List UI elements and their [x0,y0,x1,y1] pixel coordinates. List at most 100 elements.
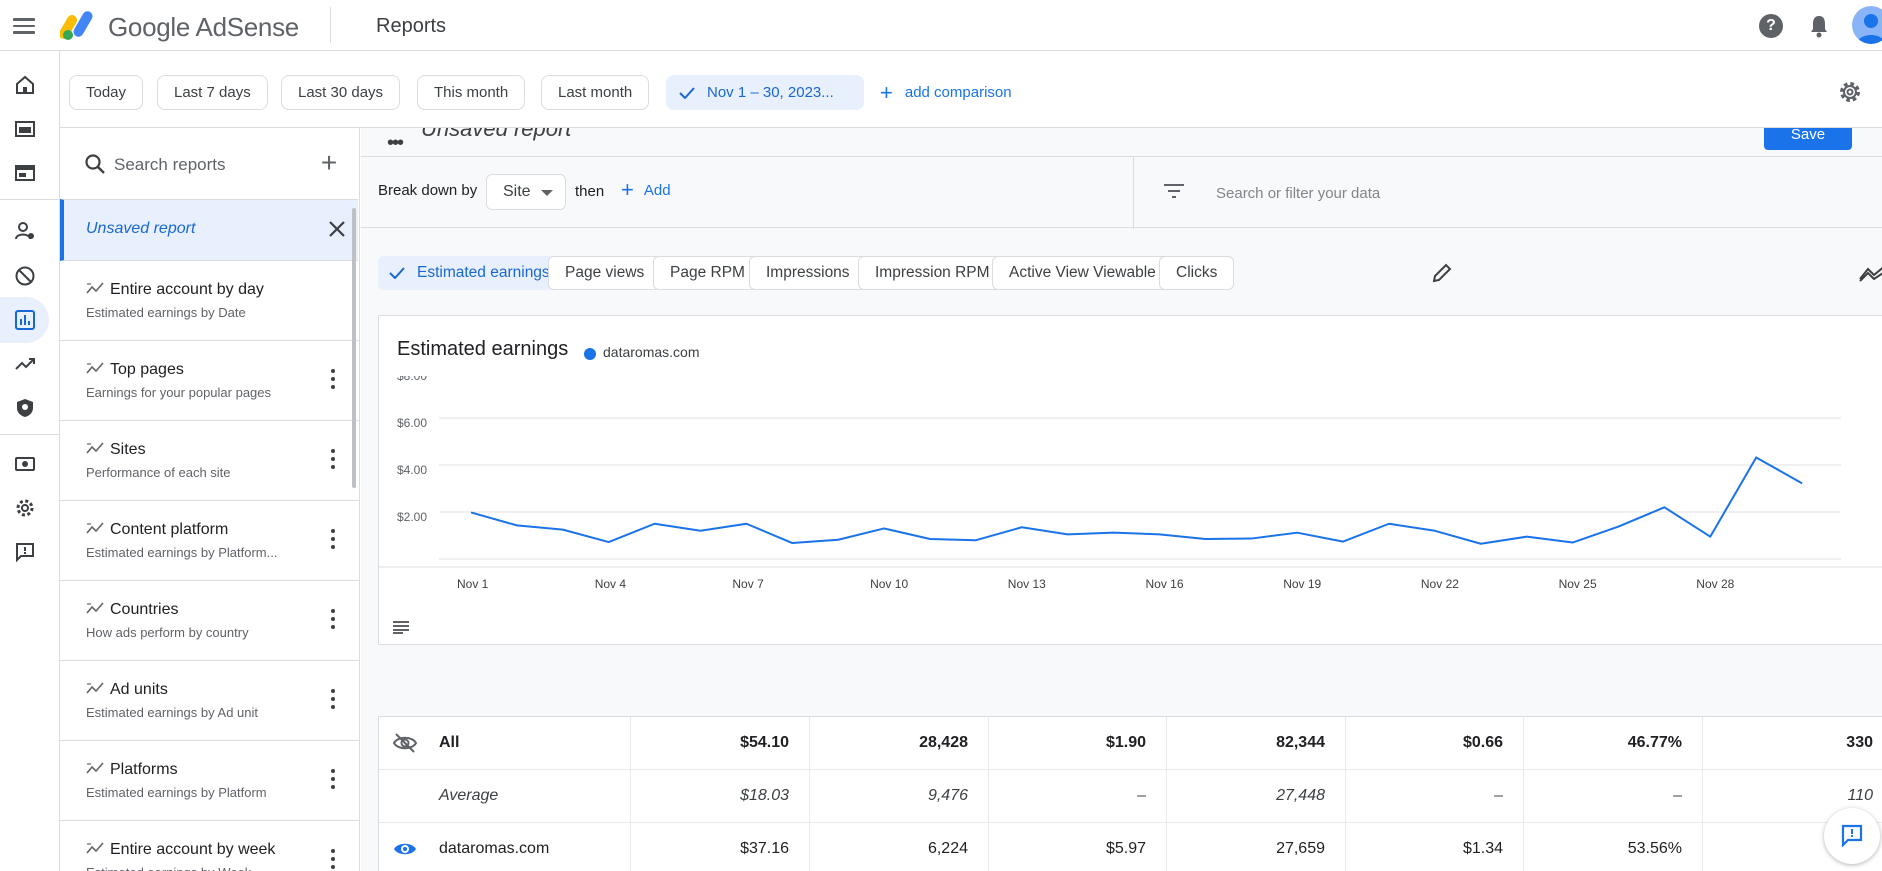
feedback-fab[interactable] [1824,808,1880,864]
data-point[interactable] [924,533,936,545]
metric-chip[interactable]: Impressions [749,256,867,290]
data-point[interactable] [649,518,661,530]
data-point[interactable] [1567,537,1579,549]
sites-icon[interactable] [0,106,49,152]
optimization-icon[interactable] [0,341,49,387]
report-list-item[interactable]: Countries How ads perform by country [60,581,359,661]
metric-chip[interactable]: Estimated earnings [378,256,567,290]
payments-icon[interactable] [0,441,49,487]
reports-icon[interactable] [0,297,49,343]
date-range-picker[interactable]: Nov 1 – 30, 2023... [666,75,864,110]
legend-label: dataromas.com [603,344,700,360]
report-list-item[interactable]: Top pages Earnings for your popular pages [60,341,359,421]
report-name[interactable]: Unsaved report [421,128,571,142]
more-vert-icon[interactable] [330,689,336,711]
date-chip-last-30-days[interactable]: Last 30 days [281,75,401,110]
add-comparison-button[interactable]: + add comparison [880,75,1012,110]
date-chip-last-month[interactable]: Last month [541,75,650,110]
data-point[interactable] [1245,533,1257,545]
column-divider [809,717,810,769]
report-list-item[interactable]: Ad units Estimated earnings by Ad unit [60,661,359,741]
report-list-item[interactable]: Platforms Estimated earnings by Platform [60,741,359,821]
more-vert-icon[interactable] [330,369,336,391]
home-icon[interactable] [0,62,49,108]
data-point[interactable] [786,537,798,549]
report-list-item[interactable]: Entire account by day Estimated earnings … [60,261,359,341]
data-point[interactable] [1199,533,1211,545]
close-icon[interactable] [326,218,348,240]
save-button[interactable]: Save [1764,128,1852,150]
data-point[interactable] [603,536,615,548]
metric-chip[interactable]: Impression RPM [858,256,1007,290]
metric-chip[interactable]: Page RPM [653,256,762,290]
data-point[interactable] [1750,451,1762,463]
feedback-icon[interactable] [0,529,49,575]
data-point[interactable] [557,524,569,536]
gear-icon[interactable] [1838,80,1862,104]
report-title: Sites [110,441,146,458]
more-vert-icon[interactable] [330,529,336,551]
report-list-item[interactable]: Sites Performance of each site [60,421,359,501]
table-cell: $1.34 [1462,840,1503,857]
data-point[interactable] [1475,538,1487,550]
data-point[interactable] [1658,501,1670,513]
data-point[interactable] [1383,518,1395,530]
data-point[interactable] [1521,531,1533,543]
data-point[interactable] [511,519,523,531]
data-point[interactable] [1108,527,1120,539]
search-reports-input[interactable] [114,153,304,177]
ads-icon[interactable] [0,150,49,196]
data-point[interactable] [1704,531,1716,543]
data-point[interactable] [1337,536,1349,548]
data-point[interactable] [832,534,844,546]
report-list-item[interactable]: Content platform Estimated earnings by Pl… [60,501,359,581]
data-point[interactable] [878,522,890,534]
table-cell: 82,344 [1276,734,1325,751]
breakdown-dimension-select[interactable]: Site [486,174,566,210]
new-report-plus-icon[interactable]: + [316,149,342,177]
column-divider [1345,717,1346,769]
visibility-off-icon[interactable] [392,732,418,754]
more-vert-icon[interactable] [330,769,336,791]
data-point[interactable] [1062,528,1074,540]
pencil-icon[interactable] [1431,262,1453,284]
data-point[interactable] [1613,521,1625,533]
filter-data-input[interactable] [1216,181,1616,205]
date-chip-this-month[interactable]: This month [417,75,526,110]
help-icon[interactable]: ? [1759,14,1783,38]
more-horiz-icon[interactable]: ••• [387,132,404,155]
account-avatar[interactable] [1852,6,1882,44]
policy-center-icon[interactable] [0,385,49,431]
metric-chip[interactable]: Active View Viewable [992,256,1173,290]
visibility-icon[interactable] [392,838,418,860]
notifications-icon[interactable] [1807,13,1831,39]
x-tick-label: Nov 1 [457,577,489,591]
data-point[interactable] [1291,527,1303,539]
date-chip-today[interactable]: Today [69,75,144,110]
data-point[interactable] [1429,525,1441,537]
data-point[interactable] [1154,528,1166,540]
data-table-icon[interactable] [393,620,409,634]
more-vert-icon[interactable] [330,449,336,471]
data-point[interactable] [1016,521,1028,533]
report-list-item[interactable]: Entire account by week Estimated earnings… [60,821,359,871]
date-chip-last-7-days[interactable]: Last 7 days [157,75,268,110]
metric-chip[interactable]: Clicks [1159,256,1235,290]
more-vert-icon[interactable] [330,609,336,631]
sidebar-scrollbar[interactable] [352,208,356,488]
more-vert-icon[interactable] [330,849,336,871]
data-point[interactable] [970,534,982,546]
add-breakdown-button[interactable]: + Add [621,179,671,201]
unsaved-report-item[interactable]: Unsaved report [60,199,358,261]
blocking-controls-icon[interactable] [0,253,49,299]
data-point[interactable] [1796,477,1808,489]
metric-chip[interactable]: Page views [548,256,662,290]
x-tick-label: Nov 13 [1008,577,1046,591]
data-point[interactable] [740,518,752,530]
data-point[interactable] [695,525,707,537]
account-settings-icon[interactable] [0,485,49,531]
privacy-messaging-icon[interactable] [0,208,49,254]
data-point[interactable] [465,506,477,518]
chart-type-icon[interactable] [1858,263,1882,283]
main-menu-icon[interactable] [12,14,36,38]
